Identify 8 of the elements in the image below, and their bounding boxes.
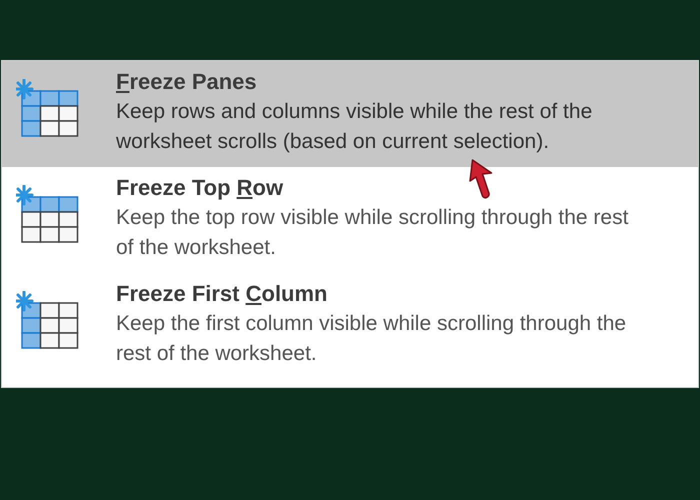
menu-item-title: Freeze Top Row (116, 174, 284, 202)
menu-item-title: Freeze First Column (116, 280, 328, 308)
menu-item-description: Keep the top row visible while scrolling through the rest of the worksheet. (116, 205, 630, 261)
menu-item-description: Keep rows and columns visible while the rest of the worksheet scrolls (based on current selection). (116, 99, 594, 155)
menu-item-description: Keep the first column visible while scrolling through the rest of the worksheet. (116, 311, 628, 367)
menu-item-title: Freeze Panes (116, 68, 257, 96)
menu-item[interactable]: Freeze Panes Keep rows and columns visible while the rest of the worksheet scrolls (based on current selection). (2, 61, 698, 167)
cursor-arrow-icon (468, 159, 494, 200)
